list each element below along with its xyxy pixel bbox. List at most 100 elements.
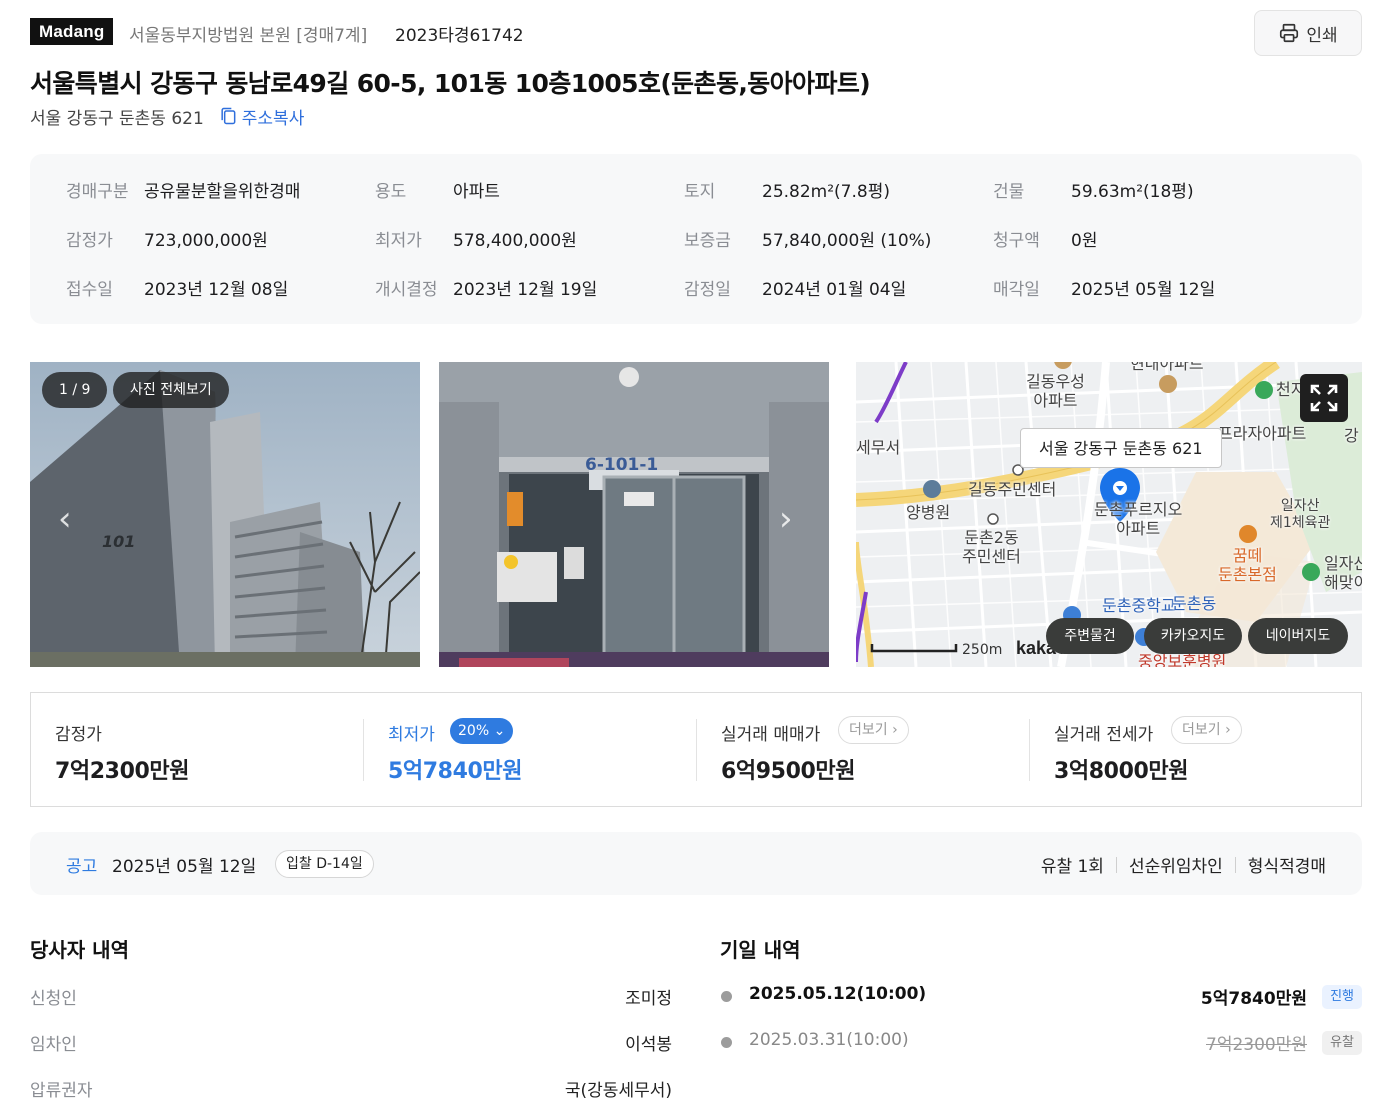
price-label: 실거래 매매가 [721, 725, 821, 745]
info-building: 건물 59.63m²(18평) [993, 176, 1194, 202]
info-value: 59.63m²(18평) [1071, 181, 1194, 202]
price-label: 실거래 전세가 [1054, 725, 1154, 745]
court-name: 서울동부지방법원 본원 [경매7계] [129, 26, 368, 46]
view-all-photos-button[interactable]: 사진 전체보기 [113, 372, 229, 408]
schedule-date: 2025.03.31(10:00) [749, 1030, 909, 1050]
copy-icon [221, 107, 236, 125]
info-value: 25.82m²(7.8평) [762, 181, 890, 202]
notice-date: 2025년 05월 12일 [112, 857, 257, 877]
party-name: 이석봉 [625, 1035, 672, 1055]
map-label-gildong-woosung: 길동우성 아파트 [1026, 372, 1085, 410]
price-actual-jeonse: 실거래 전세가 더보기 › 3억8000만원 [1030, 693, 1363, 806]
info-auction-type: 경매구분 공유물분할을위한경매 [66, 176, 300, 202]
notice-bar: 공고 2025년 05월 12일 입찰 D-14일 유찰 1회 선순위임차인 형… [30, 832, 1362, 895]
prev-arrow-icon[interactable]: ‹ [58, 502, 72, 536]
actual-jeonse-more-button[interactable]: 더보기 › [1171, 716, 1242, 744]
copy-address-label: 주소복사 [241, 108, 305, 129]
chevron-right-icon: › [892, 722, 898, 738]
price-value: 5억7840만원 [388, 759, 523, 784]
info-label: 보증금 [684, 230, 731, 251]
notice-label: 공고 [66, 857, 98, 877]
info-value: 578,400,000원 [453, 230, 577, 251]
info-minimum: 최저가 578,400,000원 [375, 225, 577, 251]
price-summary: 감정가 7억2300만원 최저가 20% ⌄ 5억7840만원 실거래 매매가 … [30, 692, 1362, 807]
info-value: 2024년 01월 04일 [762, 279, 907, 300]
tag-divider [1234, 856, 1236, 873]
map-label-ggumtte: 꿈떼 둔촌본점 [1218, 546, 1277, 584]
printer-icon [1280, 23, 1299, 43]
nearby-listings-button[interactable]: 주변물건 [1046, 618, 1134, 654]
info-label: 토지 [684, 181, 716, 202]
case-tags: 유찰 1회 선순위임차인 형식적경매 [1041, 852, 1326, 877]
madang-logo[interactable]: Madang [30, 18, 114, 45]
info-label: 청구액 [993, 230, 1040, 251]
building-photo[interactable]: 101 1 / 9 사진 전체보기 ‹ [30, 362, 420, 667]
timeline-dot [721, 991, 732, 1002]
schedule-status-badge: 진행 [1322, 985, 1362, 1009]
info-label: 최저가 [375, 230, 422, 251]
party-name: 국(강동세무서) [564, 1081, 672, 1101]
actual-sale-more-button[interactable]: 더보기 › [838, 716, 909, 744]
tag-senior-tenant: 선순위임차인 [1128, 857, 1223, 877]
map-label-dong: 둔촌동 [1172, 594, 1217, 613]
info-label: 감정가 [66, 230, 113, 251]
info-label: 접수일 [66, 279, 113, 300]
more-label: 더보기 [849, 722, 888, 738]
map-expand-button[interactable] [1300, 374, 1348, 422]
price-actual-sale: 실거래 매매가 더보기 › 6억9500만원 [697, 693, 1030, 806]
timeline-dot [721, 1037, 732, 1048]
schedule-amount: 5억7840만원 [1200, 989, 1307, 1009]
map-label-yangbyeongwon: 양병원 [906, 503, 951, 522]
discount-percent: 20% [458, 723, 490, 739]
price-value: 6억9500만원 [721, 759, 856, 784]
info-label: 경매구분 [66, 181, 129, 202]
info-received-date: 접수일 2023년 12월 08일 [66, 274, 288, 300]
info-deposit: 보증금 57,840,000원 (10%) [684, 225, 931, 251]
schedule-status-badge: 유찰 [1322, 1031, 1362, 1055]
next-arrow-icon[interactable]: › [779, 502, 793, 536]
info-value: 아파트 [453, 181, 500, 202]
print-button[interactable]: 인쇄 [1254, 10, 1362, 56]
info-value: 공유물분할을위한경매 [144, 181, 301, 202]
party-role: 임차인 [30, 1035, 77, 1055]
kakao-map-button[interactable]: 카카오지도 [1144, 618, 1242, 654]
copy-address-button[interactable]: 주소복사 [218, 104, 305, 129]
print-label: 인쇄 [1306, 25, 1338, 46]
entrance-photo[interactable]: 6-101-1 › [439, 362, 829, 667]
entrance-image: 6-101-1 [439, 362, 829, 667]
parties-section-title: 당사자 내역 [30, 938, 129, 962]
map-label-dunchon2: 둔촌2동 주민센터 [962, 528, 1021, 566]
party-role: 신청인 [30, 989, 77, 1009]
case-number: 2023타경61742 [395, 26, 524, 46]
building-number: 101 [102, 532, 135, 551]
price-value: 3억8000만원 [1054, 759, 1189, 784]
info-appraisal-date: 감정일 2024년 01월 04일 [684, 274, 906, 300]
property-title: 서울특별시 강동구 동남로49길 60-5, 101동 10층1005호(둔촌동… [30, 69, 871, 98]
price-label: 최저가 [388, 725, 435, 745]
party-row: 신청인 조미정 [30, 984, 672, 1009]
photo-counter: 1 / 9 [42, 372, 108, 408]
schedule-amount: 7억2300만원 [1206, 1035, 1307, 1055]
info-label: 개시결정 [375, 279, 438, 300]
chevron-right-icon: › [1225, 722, 1231, 738]
info-sale-date: 매각일 2025년 05월 12일 [993, 274, 1215, 300]
map-label-prugio: 둔촌푸르지오 아파트 [1094, 500, 1183, 538]
schedule-section-title: 기일 내역 [720, 938, 801, 962]
double-chevron-down-icon: ⌄ [493, 723, 506, 739]
schedule-row: 2025.05.12(10:00) 5억7840만원 진행 [720, 983, 1362, 1009]
party-row: 임차인 이석봉 [30, 1030, 672, 1055]
info-value: 57,840,000원 (10%) [762, 230, 932, 251]
location-map[interactable]: 길동우성 아파트 현대아파트 천지 프라자아파트 강 세무서 길동주민센터 양병… [856, 362, 1362, 667]
map-address-callout: 서울 강동구 둔촌동 621 [1020, 428, 1222, 468]
discount-badge[interactable]: 20% ⌄ [450, 718, 514, 744]
price-minimum: 최저가 20% ⌄ 5억7840만원 [364, 693, 697, 806]
info-value: 2023년 12월 08일 [144, 279, 289, 300]
price-value: 7억2300만원 [55, 759, 190, 784]
bid-dday-badge: 입찰 D-14일 [275, 850, 374, 878]
map-label-ilja-gym: 일자산 제1체육관 [1270, 498, 1331, 531]
party-row: 압류권자 국(강동세무서) [30, 1076, 672, 1101]
info-value: 2023년 12월 19일 [453, 279, 598, 300]
price-label: 감정가 [55, 725, 102, 745]
naver-map-button[interactable]: 네이버지도 [1248, 618, 1348, 654]
map-label-gildong-center: 길동주민센터 [968, 480, 1057, 499]
